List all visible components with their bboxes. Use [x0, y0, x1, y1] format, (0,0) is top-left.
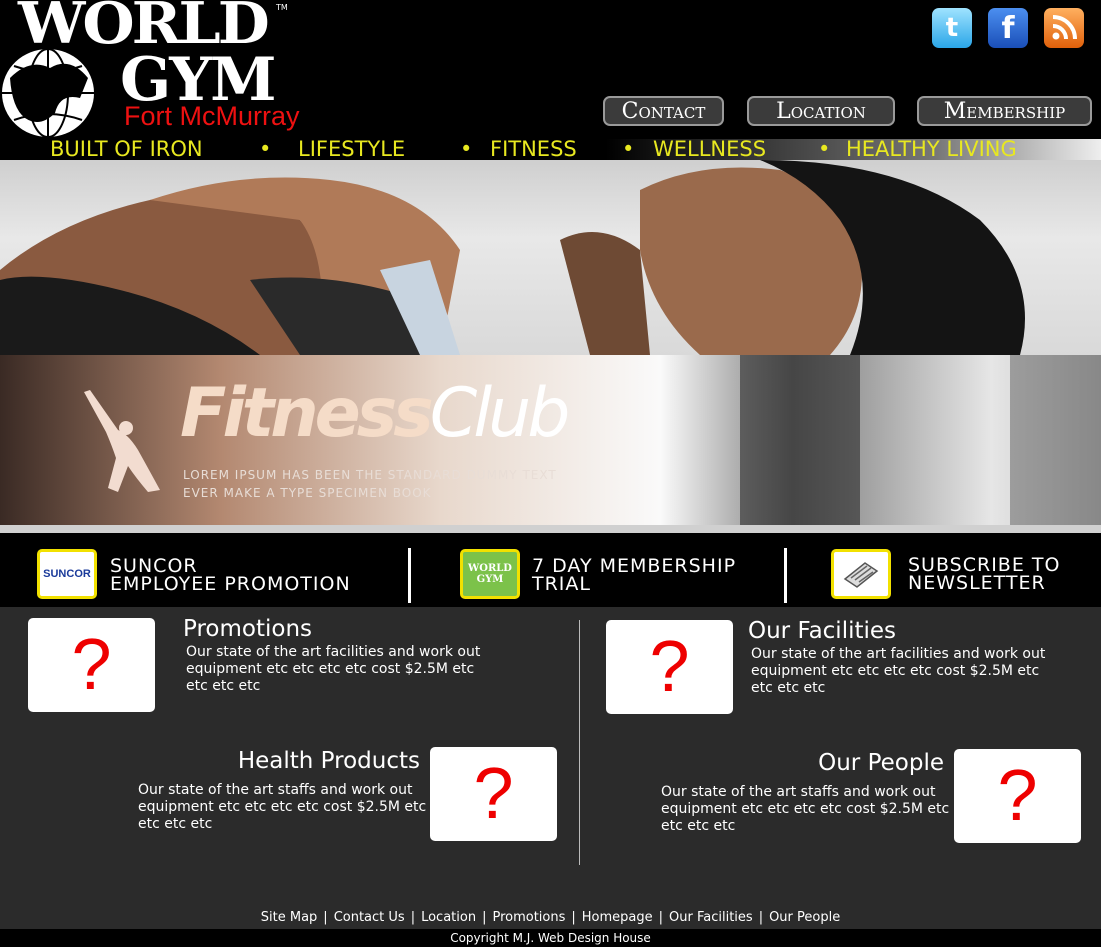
footer-separator: | [571, 910, 576, 925]
newspaper-glyph [843, 562, 879, 588]
footer-link-our-people[interactable]: Our People [769, 910, 840, 925]
health-products-image-placeholder[interactable]: ? [430, 747, 557, 841]
tagline-separator: • [622, 137, 635, 161]
tagline-item: FITNESS [490, 137, 577, 161]
suncor-promotion-link[interactable]: SUNCOR EMPLOYEE PROMOTION [110, 557, 351, 595]
twitter-icon[interactable]: t [932, 8, 972, 48]
promotions-title[interactable]: Promotions [183, 616, 312, 642]
tagline-separator: • [460, 137, 473, 161]
facilities-title[interactable]: Our Facilities [748, 618, 896, 644]
hero-image [0, 160, 1101, 355]
tagline-item: HEALTHY LIVING [846, 137, 1017, 161]
world-gym-trial-icon[interactable]: WORLD GYM [460, 549, 520, 599]
trial-logo-text: WORLD GYM [468, 563, 512, 585]
logo-city: Fort McMurray [124, 101, 300, 131]
footer-link-location[interactable]: Location [421, 910, 476, 925]
trial-line-2: TRIAL [532, 573, 591, 595]
footer-link-site-map[interactable]: Site Map [261, 910, 318, 925]
health-products-body: Our state of the art staffs and work out… [138, 782, 427, 832]
footer-link-contact-us[interactable]: Contact Us [334, 910, 405, 925]
banner-subtitle: Lorem Ipsum has been the standard dummy … [183, 468, 557, 500]
banner-title-club: Club [429, 374, 571, 453]
promotions-body: Our state of the art facilities and work… [186, 644, 481, 694]
promo-divider [784, 548, 787, 603]
newspaper-icon[interactable] [831, 549, 891, 599]
footer-separator: | [410, 910, 416, 925]
our-people-title[interactable]: Our People [818, 750, 944, 776]
facilities-image-placeholder[interactable]: ? [606, 620, 733, 714]
banner-title-fitness: Fitness [180, 374, 434, 453]
facilities-body: Our state of the art facilities and work… [751, 646, 1046, 696]
logo-trademark: TM [276, 3, 288, 12]
suncor-logo-text: SUNCOR [43, 568, 91, 580]
tagline-separator: • [818, 137, 831, 161]
tagline-item: LIFESTYLE [298, 137, 406, 161]
promo-divider [408, 548, 411, 603]
facebook-icon[interactable]: f [988, 8, 1028, 48]
footer-link-promotions[interactable]: Promotions [492, 910, 565, 925]
our-people-body: Our state of the art staffs and work out… [661, 784, 950, 834]
hero-athlete-illustration [0, 160, 1025, 355]
contact-button[interactable]: Contact [603, 96, 724, 126]
health-products-title[interactable]: Health Products [238, 748, 420, 774]
newsletter-line-2: NEWSLETTER [908, 572, 1046, 594]
tagline-separator: • [259, 137, 272, 161]
location-button[interactable]: Location [747, 96, 895, 126]
footer-link-our-facilities[interactable]: Our Facilities [669, 910, 753, 925]
membership-trial-link[interactable]: 7 DAY MEMBERSHIP TRIAL [532, 557, 736, 595]
rss-icon[interactable] [1044, 8, 1084, 48]
footer-link-homepage[interactable]: Homepage [582, 910, 653, 925]
column-divider [579, 620, 580, 865]
membership-button[interactable]: Membership [917, 96, 1092, 126]
footer-separator: | [482, 910, 487, 925]
footer-separator: | [658, 910, 664, 925]
footer-separator: | [758, 910, 764, 925]
newsletter-link[interactable]: SUBSCRIBE TO NEWSLETTER [908, 556, 1060, 594]
suncor-logo-icon[interactable]: SUNCOR [37, 549, 97, 599]
footer-separator: | [323, 910, 328, 925]
world-gym-logo[interactable]: WORLD TM GYM Fort McMurray [0, 0, 330, 140]
our-people-image-placeholder[interactable]: ? [954, 749, 1081, 843]
tagline-item: WELLNESS [653, 137, 767, 161]
tagline-bar: BUILT OF IRON • LIFESTYLE • FITNESS • WE… [0, 139, 1101, 160]
rss-glyph [1052, 15, 1077, 40]
yoga-pose-icon [84, 390, 160, 492]
footer-links: Site Map | Contact Us | Location | Promotions |… [0, 910, 1101, 925]
copyright-text: Copyright M.J. Web Design House [0, 929, 1101, 947]
suncor-line-2: EMPLOYEE PROMOTION [110, 573, 351, 595]
promotions-image-placeholder[interactable]: ? [28, 618, 155, 712]
tagline-item: BUILT OF IRON [50, 137, 203, 161]
banner-title: FitnessClub [180, 380, 570, 448]
